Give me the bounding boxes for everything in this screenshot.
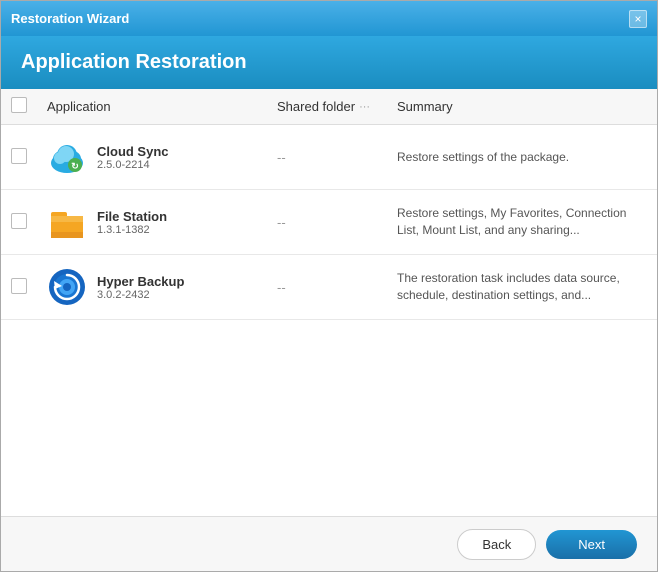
row-file-station-checkbox[interactable] <box>11 213 27 229</box>
table-row: ↻ Cloud Sync2.5.0-2214 -- Restore settings… <box>1 125 657 190</box>
svg-text:↻: ↻ <box>71 161 79 171</box>
shared-folder-value: -- <box>277 215 286 230</box>
page-title: Application Restoration <box>21 51 637 74</box>
cloud-sync-name: Cloud Sync <box>97 144 169 159</box>
cloud-sync-icon: ↻ <box>47 137 87 177</box>
row-summary-cell: Restore settings of the package. <box>387 125 657 190</box>
row-cloud-sync-checkbox[interactable] <box>11 148 27 164</box>
next-button[interactable]: Next <box>546 530 637 559</box>
file-station-name: File Station <box>97 209 167 224</box>
hyper-backup-version: 3.0.2-2432 <box>97 289 184 301</box>
hyper-backup-icon <box>47 267 87 307</box>
row-check-cell <box>1 190 37 255</box>
cloud-sync-summary: Restore settings of the package. <box>397 150 569 164</box>
row-app-cell: File Station1.3.1-1382 <box>37 190 267 255</box>
dots-icon: ··· <box>359 101 370 113</box>
row-summary-cell: The restoration task includes data sourc… <box>387 255 657 320</box>
row-check-cell <box>1 255 37 320</box>
footer: Back Next <box>1 516 657 571</box>
shared-folder-value: -- <box>277 280 286 295</box>
back-button[interactable]: Back <box>457 529 536 560</box>
row-shared-folder-cell: -- <box>267 255 387 320</box>
main-content: Application Shared folder ··· Summary <box>1 89 657 516</box>
file-station-version: 1.3.1-1382 <box>97 224 167 236</box>
title-bar: Restoration Wizard × <box>1 1 657 36</box>
hyper-backup-name: Hyper Backup <box>97 274 184 289</box>
row-app-cell: Hyper Backup3.0.2-2432 <box>37 255 267 320</box>
file-station-icon <box>47 202 87 242</box>
header-check <box>1 89 37 125</box>
header-application: Application <box>37 89 267 125</box>
restoration-wizard-window: Restoration Wizard × Application Restora… <box>0 0 658 572</box>
application-table: Application Shared folder ··· Summary <box>1 89 657 320</box>
table-row: File Station1.3.1-1382 -- Restore settings… <box>1 190 657 255</box>
cloud-sync-version: 2.5.0-2214 <box>97 159 169 171</box>
header-section: Application Restoration <box>1 36 657 89</box>
row-check-cell <box>1 125 37 190</box>
header-summary: Summary <box>387 89 657 125</box>
row-app-cell: ↻ Cloud Sync2.5.0-2214 <box>37 125 267 190</box>
application-table-container: Application Shared folder ··· Summary <box>1 89 657 516</box>
row-hyper-backup-checkbox[interactable] <box>11 278 27 294</box>
header-shared-folder: Shared folder ··· <box>267 89 387 125</box>
shared-folder-value: -- <box>277 150 286 165</box>
table-row: Hyper Backup3.0.2-2432 -- The restoration … <box>1 255 657 320</box>
select-all-checkbox[interactable] <box>11 97 27 113</box>
close-button[interactable]: × <box>629 10 647 28</box>
table-header-row: Application Shared folder ··· Summary <box>1 89 657 125</box>
row-summary-cell: Restore settings, My Favorites, Connecti… <box>387 190 657 255</box>
row-shared-folder-cell: -- <box>267 190 387 255</box>
hyper-backup-summary: The restoration task includes data sourc… <box>397 271 620 302</box>
window-title: Restoration Wizard <box>11 11 129 26</box>
file-station-summary: Restore settings, My Favorites, Connecti… <box>397 206 626 237</box>
row-shared-folder-cell: -- <box>267 125 387 190</box>
